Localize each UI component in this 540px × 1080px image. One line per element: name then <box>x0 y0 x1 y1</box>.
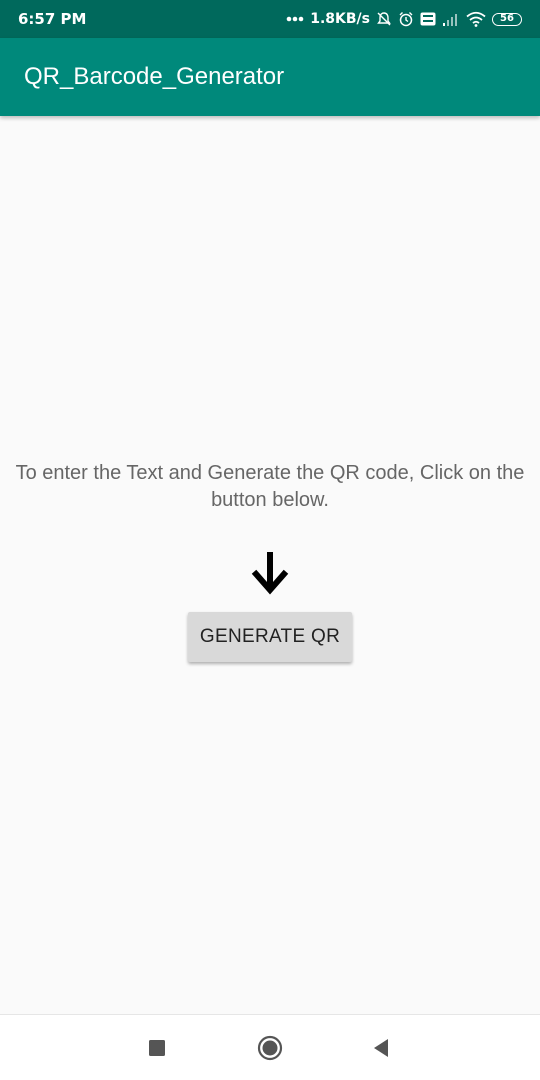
status-icons: 1.8KB/s 56 <box>286 11 522 27</box>
arrow-down-icon <box>248 546 292 600</box>
home-circle-icon[interactable] <box>255 1033 285 1063</box>
mute-bell-icon <box>376 11 392 27</box>
back-triangle-icon[interactable] <box>366 1033 396 1063</box>
navigation-bar <box>0 1014 540 1080</box>
signal-icon <box>442 12 460 26</box>
volte-icon <box>420 12 436 26</box>
status-bar: 6:57 PM 1.8KB/s 56 <box>0 0 540 38</box>
app-title: QR_Barcode_Generator <box>24 63 285 90</box>
recents-square-icon[interactable] <box>142 1033 172 1063</box>
dots-icon <box>286 16 304 22</box>
network-speed: 1.8KB/s <box>310 11 370 27</box>
battery-level: 56 <box>492 12 522 26</box>
status-time: 6:57 PM <box>18 10 87 28</box>
wifi-icon <box>466 11 486 27</box>
generate-qr-button[interactable]: GENERATE QR <box>188 612 352 662</box>
instruction-text: To enter the Text and Generate the QR co… <box>15 462 525 511</box>
app-bar: QR_Barcode_Generator <box>0 38 540 116</box>
battery-icon: 56 <box>492 12 522 26</box>
alarm-icon <box>398 11 414 27</box>
main-content: To enter the Text and Generate the QR co… <box>0 116 540 1014</box>
